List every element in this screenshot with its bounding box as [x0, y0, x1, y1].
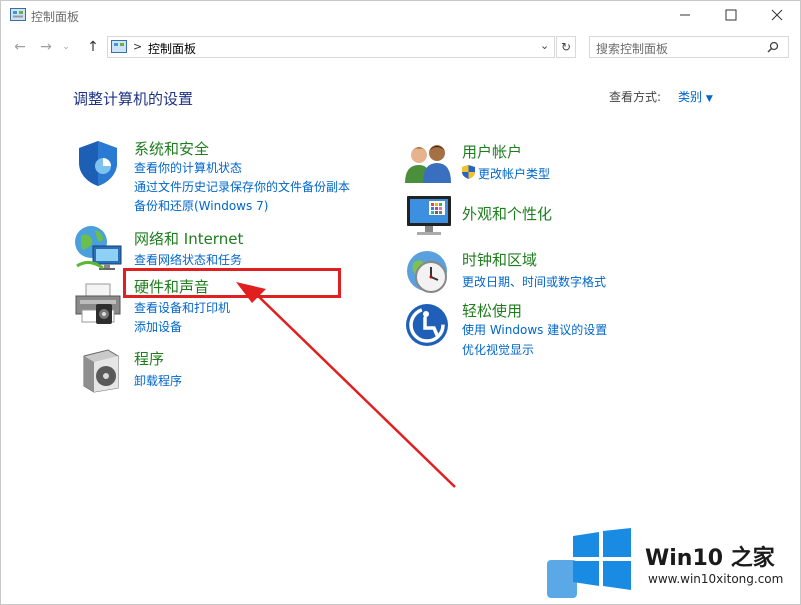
watermark-brand: Win10 之家	[645, 546, 775, 571]
annotation-arrow	[236, 282, 456, 488]
windows-logo-icon	[573, 528, 631, 590]
watermark-url: www.win10xitong.com	[648, 572, 784, 586]
